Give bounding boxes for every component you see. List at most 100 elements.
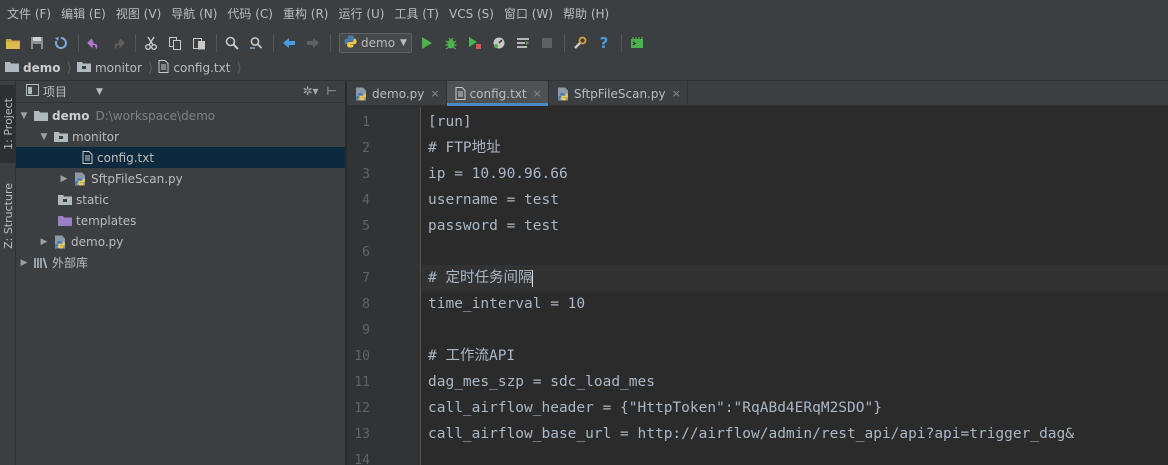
code-text: time_interval = 10 (428, 296, 586, 312)
code-line[interactable]: ip = 10.90.96.66 (422, 161, 1168, 187)
code-line[interactable]: # 工作流API (422, 343, 1168, 369)
tree-item-sftpfilescan[interactable]: ▶ SftpFileScan.py (16, 168, 345, 189)
collapsed-arrow-icon[interactable]: ▶ (58, 174, 70, 184)
tab-config-txt[interactable]: config.txt × (446, 81, 549, 106)
help-icon[interactable]: ? (593, 32, 615, 54)
replace-icon[interactable] (245, 32, 267, 54)
run-icon[interactable] (416, 32, 438, 54)
python-file-icon (74, 172, 87, 186)
line-number: 12 (354, 401, 370, 416)
code-text: # 工作流API (428, 348, 516, 364)
menu-window[interactable]: 窗口 (W) (499, 0, 558, 29)
toolbar-separator (563, 33, 565, 52)
tree-item-external-libraries[interactable]: ▶ 外部库 (16, 252, 345, 273)
collapsed-arrow-icon[interactable]: ▶ (38, 237, 50, 247)
run-concurrency-icon[interactable] (512, 32, 534, 54)
line-number: 5 (362, 219, 370, 234)
close-icon[interactable]: × (672, 87, 681, 100)
stop-icon[interactable] (536, 32, 558, 54)
run-with-coverage-icon[interactable] (464, 32, 486, 54)
find-icon[interactable] (221, 32, 243, 54)
paste-icon[interactable] (188, 32, 210, 54)
breadcrumb-item-config[interactable]: config.txt (158, 56, 236, 81)
text-file-icon (158, 60, 169, 76)
code-line[interactable]: time_interval = 10 (422, 291, 1168, 317)
tab-sftpfilescan-py[interactable]: SftpFileScan.py × (549, 81, 688, 106)
tool-window-project-tab[interactable]: 1: Project (0, 85, 16, 163)
tree-item-config-txt[interactable]: config.txt (16, 147, 345, 168)
chevron-right-icon: ⟩ (147, 60, 154, 76)
code-text: dag_mes_szp = sdc_load_mes (428, 374, 655, 390)
line-number: 7 (362, 271, 370, 286)
templates-folder-icon (58, 215, 72, 226)
menu-run[interactable]: 运行 (U) (334, 0, 390, 29)
expanded-arrow-icon[interactable]: ▼ (18, 111, 30, 121)
gear-icon[interactable]: ✲▾ (302, 84, 318, 98)
breadcrumb: demo ⟩ monitor ⟩ config.txt ⟩ (0, 56, 1168, 81)
tree-item-demo-py[interactable]: ▶ demo.py (16, 231, 345, 252)
breadcrumb-item-demo[interactable]: demo (5, 56, 66, 81)
code-line[interactable]: # FTP地址 (422, 135, 1168, 161)
line-number: 4 (362, 193, 370, 208)
expanded-arrow-icon[interactable]: ▼ (38, 132, 50, 142)
code-line[interactable] (422, 447, 1168, 465)
code-line[interactable]: call_airflow_header = {"HttpToken":"RqAB… (422, 395, 1168, 421)
sync-icon[interactable] (50, 32, 72, 54)
tool-window-structure-tab[interactable]: Z: Structure (0, 176, 16, 256)
close-icon[interactable]: × (533, 87, 542, 100)
line-number: 14 (354, 453, 370, 465)
project-panel: 项目 ▼ ✲▾ ⊢ ▼ demo D:\workspace\demo ▼ mon… (16, 81, 346, 465)
code-area[interactable]: 1 2 3 4 5 6 7 8 9 10 11 12 13 14 [run] # FTP地址 ip = 10.… (347, 107, 1168, 465)
menu-help[interactable]: 帮助 (H) (558, 0, 614, 29)
breadcrumb-item-monitor[interactable]: monitor (76, 56, 148, 81)
code-line[interactable]: password = test (422, 213, 1168, 239)
menu-vcs[interactable]: VCS (S) (444, 0, 499, 29)
open-folder-icon[interactable] (2, 32, 24, 54)
menu-refactor[interactable]: 重构 (R) (278, 0, 334, 29)
hide-panel-icon[interactable]: ⊢ (327, 84, 337, 98)
chevron-down-icon[interactable]: ▼ (96, 87, 103, 97)
tree-item-demo[interactable]: ▼ demo D:\workspace\demo (16, 105, 345, 126)
save-icon[interactable] (26, 32, 48, 54)
debug-icon[interactable] (440, 32, 462, 54)
code-line[interactable]: # 定时任务间隔 (422, 265, 1168, 291)
copy-icon[interactable] (164, 32, 186, 54)
settings-icon[interactable] (569, 32, 591, 54)
project-path: D:\workspace\demo (95, 108, 216, 123)
forward-icon[interactable] (302, 32, 324, 54)
code-line[interactable]: [run] (422, 109, 1168, 135)
profile-icon[interactable] (488, 32, 510, 54)
menu-view[interactable]: 视图 (V) (111, 0, 166, 29)
menu-code[interactable]: 代码 (C) (222, 0, 278, 29)
menu-file[interactable]: 文件 (F) (2, 0, 56, 29)
code-text: call_airflow_header = {"HttpToken":"RqAB… (428, 400, 882, 416)
code-line[interactable] (422, 317, 1168, 343)
undo-icon[interactable] (83, 32, 105, 54)
python-console-icon[interactable] (626, 32, 648, 54)
tab-demo-py[interactable]: demo.py × (347, 81, 447, 106)
tree-item-templates[interactable]: templates (16, 210, 345, 231)
line-number: 6 (362, 245, 370, 260)
code-line[interactable]: username = test (422, 187, 1168, 213)
folder-icon (34, 110, 48, 121)
menu-navigate[interactable]: 导航 (N) (166, 0, 222, 29)
tree-item-monitor[interactable]: ▼ monitor (16, 126, 345, 147)
collapsed-arrow-icon[interactable]: ▶ (18, 258, 30, 268)
code-line[interactable]: call_airflow_base_url = http://airflow/a… (422, 421, 1168, 447)
tree-item-static[interactable]: static (16, 189, 345, 210)
python-file-icon (54, 235, 67, 249)
code-line[interactable]: dag_mes_szp = sdc_load_mes (422, 369, 1168, 395)
menu-edit[interactable]: 编辑 (E) (56, 0, 111, 29)
code-text: # 定时任务间隔 (428, 270, 533, 286)
run-configuration-select[interactable]: demo ▼ (339, 32, 412, 53)
project-panel-title[interactable]: 项目 (43, 83, 67, 100)
code-line[interactable] (422, 239, 1168, 265)
back-icon[interactable] (278, 32, 300, 54)
close-icon[interactable]: × (430, 87, 439, 100)
menu-tools[interactable]: 工具 (T) (389, 0, 444, 29)
editor: demo.py × config.txt × SftpFileScan.py ×… (347, 81, 1168, 465)
line-number: 10 (354, 349, 370, 364)
cut-icon[interactable] (140, 32, 162, 54)
line-number: 8 (362, 297, 370, 312)
redo-icon[interactable] (107, 32, 129, 54)
